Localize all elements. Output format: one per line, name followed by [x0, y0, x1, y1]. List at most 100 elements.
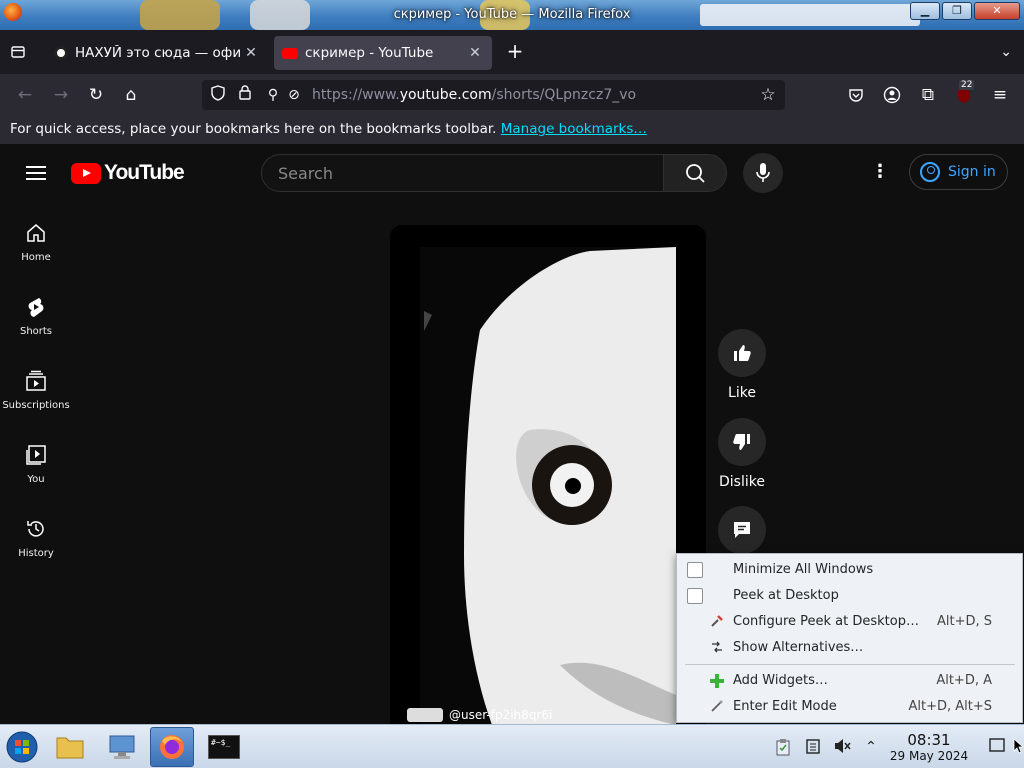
- manage-bookmarks-link[interactable]: Manage bookmarks…: [501, 121, 647, 137]
- comments-button[interactable]: [718, 506, 766, 554]
- url-prefix: https://www.: [312, 87, 400, 103]
- edit-icon: [709, 699, 725, 715]
- window-title: скример - YouTube — Mozilla Firefox: [393, 7, 631, 22]
- thumbs-down-icon: [733, 434, 750, 450]
- url-text[interactable]: https://www.youtube.com/shorts/QLpnzcz7_…: [312, 87, 636, 103]
- notes-tray-icon[interactable]: [804, 738, 822, 756]
- guide-menu-icon[interactable]: [26, 166, 46, 180]
- tab-favicon-icon: [54, 46, 68, 60]
- tab-1[interactable]: НАХУЙ это сюда — офи ✕: [46, 36, 268, 70]
- guide-label: You: [27, 474, 45, 485]
- channel-handle[interactable]: @user-fp2ih8qr6i: [449, 708, 552, 722]
- dislike-label: Dislike: [719, 474, 765, 490]
- system-clock[interactable]: 08:31 29 May 2024: [886, 731, 972, 763]
- alternatives-icon: [709, 640, 725, 656]
- window-titlebar[interactable]: скример - YouTube — Mozilla Firefox ▁ ❐ …: [0, 0, 1024, 30]
- minimize-button[interactable]: ▁: [910, 2, 940, 20]
- guide-item-shorts[interactable]: Shorts: [0, 296, 72, 337]
- tab-close-button[interactable]: ✕: [466, 45, 484, 61]
- show-desktop-icon[interactable]: [988, 738, 1006, 756]
- home-icon[interactable]: ⌂: [120, 84, 142, 106]
- tab-close-button[interactable]: ✕: [242, 45, 260, 61]
- start-orb-icon: [6, 731, 38, 763]
- history-icon: [27, 521, 44, 537]
- account-icon[interactable]: [881, 84, 903, 106]
- lock-icon[interactable]: [235, 85, 255, 105]
- like-action[interactable]: Like: [718, 329, 766, 401]
- menu-item-enter-edit-mode[interactable]: Enter Edit Mode Alt+D, Alt+S: [677, 695, 1022, 719]
- show-hidden-icons-chevron-icon[interactable]: ⌃: [862, 738, 880, 756]
- guide-label: History: [18, 548, 54, 559]
- url-path: /shorts/QLpnzcz7_vo: [491, 87, 637, 103]
- menu-item-shortcut: Alt+D, S: [936, 614, 992, 629]
- settings-more-icon[interactable]: ⋮: [870, 162, 890, 182]
- thumbs-up-icon: [734, 345, 751, 361]
- permissions-icon[interactable]: ⚲: [263, 85, 283, 105]
- navigation-toolbar: ← → ↻ ⌂ ⚲ ⊘ https://www.youtube.com/shor…: [0, 74, 1024, 116]
- close-window-button[interactable]: ✕: [974, 2, 1020, 20]
- extensions-puzzle-icon[interactable]: ⧉: [917, 84, 939, 106]
- volume-muted-icon[interactable]: [834, 738, 852, 756]
- youtube-logo[interactable]: YouTube: [71, 161, 185, 185]
- channel-info[interactable]: @user-fp2ih8qr6i: [407, 708, 552, 722]
- tracking-protection-shield-icon[interactable]: [208, 85, 228, 105]
- back-icon[interactable]: ←: [14, 84, 36, 106]
- shorts-icon: [28, 298, 44, 317]
- menu-item-peek-at-desktop[interactable]: Peek at Desktop: [677, 584, 1022, 608]
- dislike-button[interactable]: [718, 418, 766, 466]
- menu-item-label: Add Widgets…: [733, 673, 828, 688]
- bookmarks-toolbar: For quick access, place your bookmarks h…: [0, 116, 1024, 144]
- guide-item-subscriptions[interactable]: Subscriptions: [0, 370, 72, 411]
- terminal-icon: #~$_: [208, 735, 240, 759]
- new-tab-button[interactable]: +: [504, 40, 526, 62]
- peek-at-desktop-checkbox[interactable]: [687, 588, 703, 604]
- sign-in-button[interactable]: Sign in: [909, 154, 1008, 190]
- bookmark-star-icon[interactable]: ☆: [758, 85, 778, 105]
- firefox-taskbar-button[interactable]: [150, 727, 194, 767]
- short-video-player[interactable]: [390, 225, 706, 724]
- comment-icon: [734, 522, 750, 538]
- file-manager-taskbar-button[interactable]: [48, 727, 92, 767]
- tab-2-active[interactable]: скример - YouTube ✕: [274, 36, 492, 70]
- like-button[interactable]: [718, 329, 766, 377]
- clock-time: 08:31: [907, 731, 951, 749]
- url-bar[interactable]: ⚲ ⊘ https://www.youtube.com/shorts/QLpnz…: [202, 80, 785, 110]
- tab-title: скример - YouTube: [305, 45, 434, 61]
- mouse-cursor-icon: [1012, 738, 1024, 756]
- computer-icon: [109, 735, 135, 759]
- maximize-button[interactable]: ❐: [942, 2, 972, 20]
- reload-icon[interactable]: ↻: [85, 84, 107, 106]
- computer-taskbar-button[interactable]: [100, 727, 144, 767]
- search-button[interactable]: [663, 154, 727, 192]
- guide-item-you[interactable]: You: [0, 444, 72, 485]
- taskbar: #~$_ ⌃ 08:31 29 May 2024: [0, 724, 1024, 768]
- hamburger-menu-icon[interactable]: ≡: [989, 84, 1011, 106]
- guide-label: Home: [21, 252, 51, 263]
- menu-item-label: Minimize All Windows: [733, 562, 874, 577]
- guide-item-history[interactable]: History: [0, 518, 72, 559]
- desktop-context-menu: Minimize All Windows Peek at Desktop Con…: [676, 553, 1023, 723]
- channel-avatar[interactable]: [407, 708, 443, 722]
- voice-search-button[interactable]: [743, 153, 783, 193]
- menu-item-add-widgets[interactable]: Add Widgets… Alt+D, A: [677, 669, 1022, 693]
- clipboard-tray-icon[interactable]: [774, 738, 792, 756]
- firefox-view-icon[interactable]: [8, 42, 28, 62]
- autoplay-blocked-icon[interactable]: ⊘: [284, 85, 304, 105]
- menu-item-label: Configure Peek at Desktop…: [733, 614, 919, 629]
- start-menu-button[interactable]: [0, 727, 44, 767]
- search-input[interactable]: Search: [261, 154, 663, 192]
- youtube-logo-text: YouTube: [104, 161, 185, 184]
- menu-item-show-alternatives[interactable]: Show Alternatives…: [677, 636, 1022, 660]
- menu-item-label: Peek at Desktop: [733, 588, 839, 603]
- terminal-taskbar-button[interactable]: #~$_: [202, 727, 246, 767]
- minimize-all-checkbox[interactable]: [687, 562, 703, 578]
- pocket-icon[interactable]: [845, 84, 867, 106]
- guide-item-home[interactable]: Home: [0, 222, 72, 263]
- list-all-tabs-button[interactable]: ⌄: [1000, 44, 1012, 60]
- firefox-icon: [160, 735, 184, 759]
- menu-item-minimize-all-windows[interactable]: Minimize All Windows: [677, 558, 1022, 582]
- youtube-play-icon: [71, 162, 101, 184]
- menu-item-configure-peek[interactable]: Configure Peek at Desktop… Alt+D, S: [677, 610, 1022, 634]
- forward-icon[interactable]: →: [50, 84, 72, 106]
- dislike-action[interactable]: Dislike: [718, 418, 766, 490]
